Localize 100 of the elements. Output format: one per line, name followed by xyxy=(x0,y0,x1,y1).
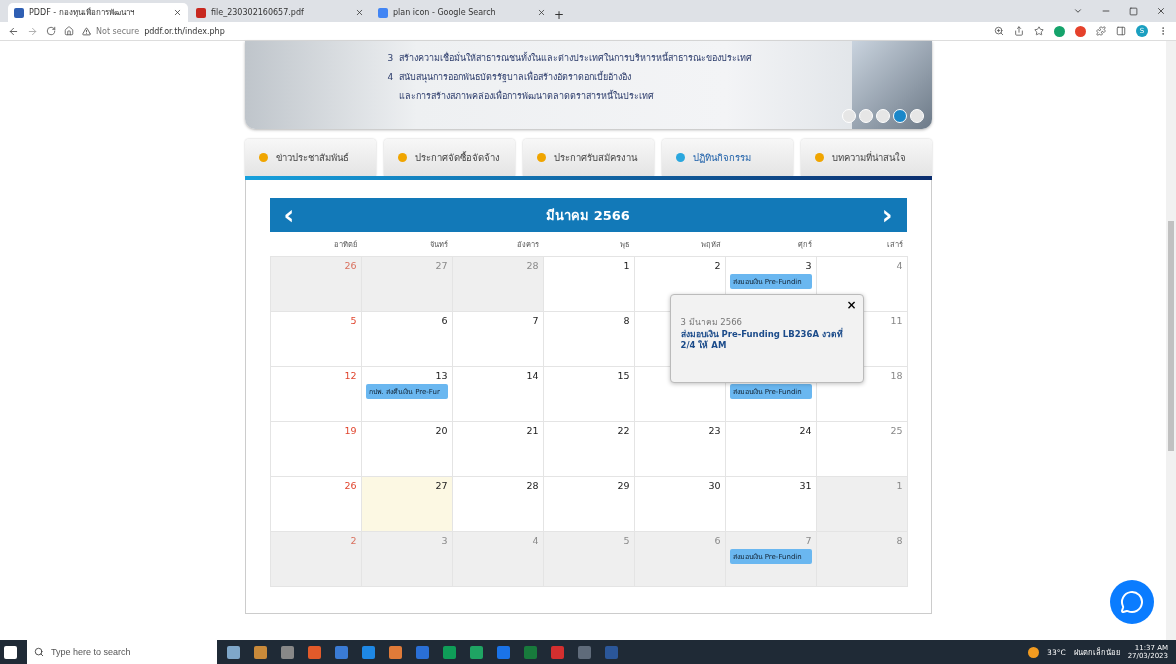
app-icon[interactable] xyxy=(335,645,348,659)
dot-icon xyxy=(536,153,546,162)
dot-icon xyxy=(258,153,268,162)
day-number: 1 xyxy=(896,480,903,491)
category-tab[interactable]: บทความที่น่าสนใจ xyxy=(800,139,932,176)
day-number: 7 xyxy=(532,315,539,326)
zoom-icon[interactable] xyxy=(994,26,1004,36)
app-icon[interactable] xyxy=(497,645,510,659)
day-number: 1 xyxy=(623,260,630,271)
warning-icon xyxy=(82,26,91,36)
day-number: 11 xyxy=(890,315,903,326)
day-number: 13 xyxy=(435,370,448,381)
extension-icon[interactable] xyxy=(1075,25,1086,37)
event-title: ส่งมอบเงิน Pre-Funding LB236A งวดที่ 2/4 ให้ AM xyxy=(680,329,844,352)
day-number: 4 xyxy=(896,260,903,271)
favicon-icon xyxy=(378,7,388,18)
extension-icon[interactable] xyxy=(1054,25,1065,37)
close-button[interactable]: × xyxy=(846,298,857,312)
day-number: 20 xyxy=(435,425,448,436)
chevron-down-icon[interactable] xyxy=(1073,6,1083,16)
weather-icon xyxy=(1028,646,1040,658)
day-number: 14 xyxy=(526,370,539,381)
category-tab[interactable]: ประกาศจัดซื้อจัดจ้าง xyxy=(383,139,515,176)
home-icon[interactable] xyxy=(64,26,74,36)
next-month-button[interactable]: › xyxy=(877,202,897,228)
search-icon xyxy=(34,647,44,657)
url-text[interactable]: pddf.or.th/index.php xyxy=(144,26,225,36)
app-icon[interactable] xyxy=(524,645,537,659)
forward-icon[interactable] xyxy=(27,25,38,37)
day-number: 24 xyxy=(799,425,812,436)
app-icon[interactable] xyxy=(281,645,294,659)
day-number: 29 xyxy=(617,480,630,491)
new-tab-button[interactable]: + xyxy=(554,8,565,22)
day-number: 26 xyxy=(344,480,357,491)
close-icon[interactable] xyxy=(537,8,546,17)
day-number: 28 xyxy=(526,260,539,271)
day-number: 8 xyxy=(896,535,903,546)
app-icon[interactable] xyxy=(362,645,375,659)
category-tab[interactable]: ประกาศรับสมัครงาน xyxy=(522,139,654,176)
app-icon[interactable] xyxy=(578,645,591,659)
day-number: 12 xyxy=(344,370,357,381)
day-number: 27 xyxy=(435,480,448,491)
close-icon[interactable] xyxy=(173,8,182,17)
day-number: 27 xyxy=(435,260,448,271)
app-icon[interactable] xyxy=(389,645,402,659)
day-number: 4 xyxy=(532,535,539,546)
scrollbar[interactable] xyxy=(1166,41,1176,640)
search-field[interactable]: Type here to search xyxy=(27,640,217,664)
favicon-icon xyxy=(14,7,24,18)
chat-button[interactable] xyxy=(1110,580,1154,624)
day-number: 26 xyxy=(344,260,357,271)
banner-text: 4 สนับสนุนการออกพันธบัตรรัฐบาลเพื่อสร้างอัตราดอกเบี้ยอ้างอิง xyxy=(387,70,632,84)
dot-icon xyxy=(397,153,407,162)
banner-text: และการสร้างสภาพคล่องเพื่อการพัฒนาตลาดตราสารหนี้ในประเทศ xyxy=(397,89,655,103)
app-icon[interactable] xyxy=(443,645,456,659)
day-number: 8 xyxy=(623,315,630,326)
day-number: 22 xyxy=(617,425,630,436)
app-icon[interactable] xyxy=(551,645,564,659)
browser-tab[interactable]: file_230302160657.pdf xyxy=(190,3,370,22)
day-number: 18 xyxy=(890,370,903,381)
app-icon[interactable] xyxy=(227,645,240,659)
restore-icon[interactable] xyxy=(1129,6,1138,16)
day-number: 5 xyxy=(623,535,630,546)
security-label: Not secure xyxy=(96,26,140,36)
star-icon[interactable] xyxy=(1034,26,1044,36)
day-number: 3 xyxy=(805,260,812,271)
event-date: 3 มีนาคม 2566 xyxy=(680,316,743,329)
app-icon[interactable] xyxy=(308,645,321,659)
close-icon[interactable] xyxy=(1156,6,1166,16)
day-number: 31 xyxy=(799,480,812,491)
previous-month-button[interactable]: ‹ xyxy=(279,202,299,228)
category-tab[interactable]: ข่าวประชาสัมพันธ์ xyxy=(244,139,376,176)
day-number: 19 xyxy=(344,425,357,436)
app-icon[interactable] xyxy=(470,645,483,659)
day-number: 15 xyxy=(617,370,630,381)
day-number: 7 xyxy=(805,535,812,546)
back-icon[interactable] xyxy=(8,25,19,37)
slide-dot[interactable] xyxy=(841,109,856,123)
app-icon[interactable] xyxy=(416,645,429,659)
puzzle-icon[interactable] xyxy=(1096,26,1106,36)
day-number: 6 xyxy=(441,315,448,326)
side-panel-icon[interactable] xyxy=(1116,26,1126,36)
favicon-icon xyxy=(196,7,206,18)
day-number: 28 xyxy=(526,480,539,491)
day-number: 2 xyxy=(350,535,357,546)
browser-tab[interactable]: PDDF - กองทุนเพื่อการพัฒนาฯ xyxy=(8,3,188,22)
day-number: 6 xyxy=(714,535,721,546)
day-number: 2 xyxy=(714,260,721,271)
browser-tab[interactable]: plan icon - Google Search xyxy=(372,3,552,22)
dot-icon xyxy=(814,153,824,162)
banner-text: 3 สร้างความเชื่อมั่นให้สาธารณชนทั้งในและต่างประเทศในการบริหารหนี้สาธารณะของประเทศ xyxy=(387,51,753,65)
category-tab[interactable]: ปฏิทินกิจกรรม xyxy=(661,139,793,176)
month-title: มีนาคม 2566 xyxy=(546,206,630,225)
day-number: 30 xyxy=(708,480,721,491)
reload-icon[interactable] xyxy=(46,26,56,36)
app-icon[interactable] xyxy=(254,645,267,659)
day-number: 21 xyxy=(526,425,539,436)
day-cell[interactable]: 27 xyxy=(360,476,453,532)
close-icon[interactable] xyxy=(355,8,364,17)
share-icon[interactable] xyxy=(1014,26,1024,36)
